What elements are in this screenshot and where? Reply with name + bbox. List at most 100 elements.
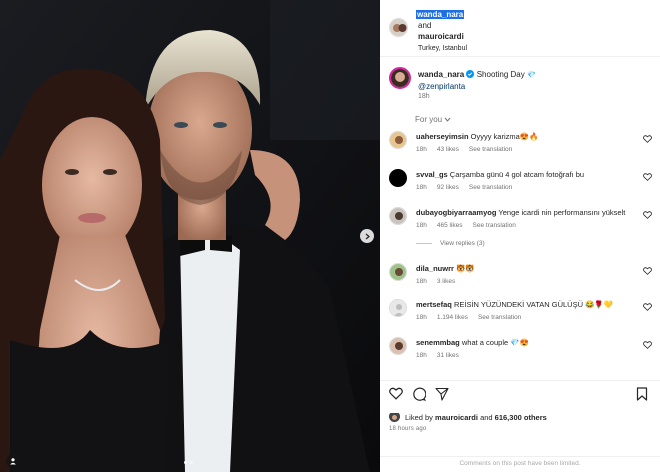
comment-username[interactable]: uaherseyimsin [416,132,469,141]
reply-divider [416,242,432,244]
comment-time: 18h [416,352,427,359]
caption-emoji: 💎 [526,72,536,79]
carousel-dots [184,461,193,464]
comment-text: dila_nuwrr 🐯🐯 [416,264,636,274]
comment-likes[interactable]: 465 likes [437,222,463,229]
avatar-image [390,264,406,280]
avatar[interactable] [389,411,400,422]
heart-icon[interactable] [643,303,652,311]
comment-likes[interactable]: 43 likes [437,146,459,153]
liked-by: Liked by mauroicardi and 616,300 others [405,413,547,422]
comment-meta: 18h 31 likes [416,352,469,359]
comment-row: mertsefaq REİSİN YÜZÜNDEKİ VATAN GÜLÜŞÜ … [380,298,660,336]
for-you-label: For you [415,115,443,124]
comment-text: svval_gs Çarşamba günü 4 gol atcam fotoğ… [416,170,636,180]
heart-icon[interactable] [643,135,652,143]
heart-icon[interactable] [643,211,652,219]
header-location[interactable]: Turkey, Istanbul [416,45,467,52]
comment-icon[interactable] [412,387,426,401]
liked-by-and: and [480,413,493,422]
comment-meta: 18h 92 likes See translation [416,184,522,191]
comment-username[interactable]: dila_nuwrr [416,264,454,273]
comment-row: dubayogbiyarraamyog Yenge icardi nin per… [380,206,660,244]
comment-username[interactable]: dubayogbiyarraamyog [416,208,496,217]
chevron-right-icon [365,233,370,239]
comment-meta: 18h 465 likes See translation [416,222,526,229]
comment-row: senemmbag what a couple 💎😍 18h 31 likes [380,336,660,374]
post-sidebar: wanda_nara and mauroicardi Turkey, Istan… [380,0,660,472]
comment-body: what a couple 💎😍 [461,338,529,347]
comment-username[interactable]: senemmbag [416,338,460,347]
comment-username[interactable]: mertsefaq [416,300,452,309]
comment-meta: 18h 43 likes See translation [416,146,522,153]
comment-body: REİSİN YÜZÜNDEKİ VATAN GÜLÜŞÜ 😂🌹💛 [453,300,614,309]
post-image[interactable] [0,0,380,472]
header-and: and [418,21,432,30]
see-translation-link[interactable]: See translation [469,184,512,191]
liked-by-prefix: Liked by [405,413,433,422]
post-actions: Liked by mauroicardi and 616,300 others … [380,380,660,471]
comment-username[interactable]: svval_gs [416,170,448,179]
user-icon [10,458,16,465]
comment-likes[interactable]: 92 likes [437,184,459,191]
next-image-button[interactable] [360,229,374,243]
avatar[interactable] [389,299,407,317]
avatar-image [389,169,407,187]
comment-text: dubayogbiyarraamyog Yenge icardi nin per… [416,208,636,218]
comment-likes[interactable]: 31 likes [437,352,459,359]
share-icon[interactable] [435,387,449,401]
avatar[interactable] [389,18,408,37]
comment-text: senemmbag what a couple 💎😍 [416,338,636,348]
comment-likes[interactable]: 1.194 likes [437,314,468,321]
heart-icon[interactable] [643,341,652,349]
avatar[interactable] [389,207,407,225]
avatar[interactable] [389,337,407,355]
avatar-image [391,69,409,87]
bookmark-icon[interactable] [636,387,648,401]
comment-body: Yenge icardi nin performansını yükselt [498,208,626,217]
comments-limited-notice: Comments on this post have been limited. [380,456,660,467]
comment-likes[interactable]: 3 likes [437,278,455,285]
avatar-image [390,338,406,354]
couple-photo [0,0,380,472]
heart-icon[interactable] [643,173,652,181]
heart-icon[interactable] [643,267,652,275]
caption-text: wanda_nara Shooting Day 💎 @zenpirlanta [418,69,648,92]
verified-badge-icon [466,70,475,78]
avatar-image [390,208,406,224]
caption-body: Shooting Day [476,70,525,79]
see-translation-link[interactable]: See translation [478,314,521,321]
caption-mention[interactable]: @zenpirlanta [418,82,465,91]
avatar-image [389,413,400,422]
caption-username[interactable]: wanda_nara [418,70,464,79]
carousel-dot [184,461,187,464]
header-username[interactable]: wanda_nara [416,10,465,19]
avatar-image [390,300,406,316]
header-text: wanda_nara and mauroicardi Turkey, Istan… [416,9,467,54]
for-you-dropdown[interactable]: For you [415,115,451,124]
header-coauthor[interactable]: mauroicardi [416,32,464,41]
liked-by-user[interactable]: mauroicardi [435,413,478,422]
avatar[interactable] [389,263,407,281]
tagged-users-button[interactable] [6,454,20,468]
comment-text: uaherseyimsin Oyyyy karizma😍🔥 [416,132,636,142]
comment-meta: 18h 3 likes [416,278,465,285]
comment-row: uaherseyimsin Oyyyy karizma😍🔥 18h 43 like… [380,130,660,168]
avatar[interactable] [389,67,411,89]
likes-count[interactable]: 616,300 others [495,413,547,422]
avatar[interactable] [389,131,407,149]
see-translation-link[interactable]: See translation [473,222,516,229]
comment-text: mertsefaq REİSİN YÜZÜNDEKİ VATAN GÜLÜŞÜ … [416,300,636,310]
post-timestamp[interactable]: 18 hours ago [389,426,426,432]
like-heart-icon[interactable] [389,387,403,400]
avatar[interactable] [389,169,407,187]
comment-time: 18h [416,278,427,285]
caption-time: 18h [418,93,430,100]
see-translation-link[interactable]: See translation [469,146,512,153]
comment-body: Oyyyy karizma😍🔥 [470,132,539,141]
comment-meta: 18h 1.194 likes See translation [416,314,531,321]
view-replies-button[interactable]: View replies (3) [416,240,485,247]
comment-body: Çarşamba günü 4 gol atcam fotoğrafı bu [449,170,585,179]
comment-row: dila_nuwrr 🐯🐯 18h 3 likes [380,262,660,300]
comment-time: 18h [416,222,427,229]
